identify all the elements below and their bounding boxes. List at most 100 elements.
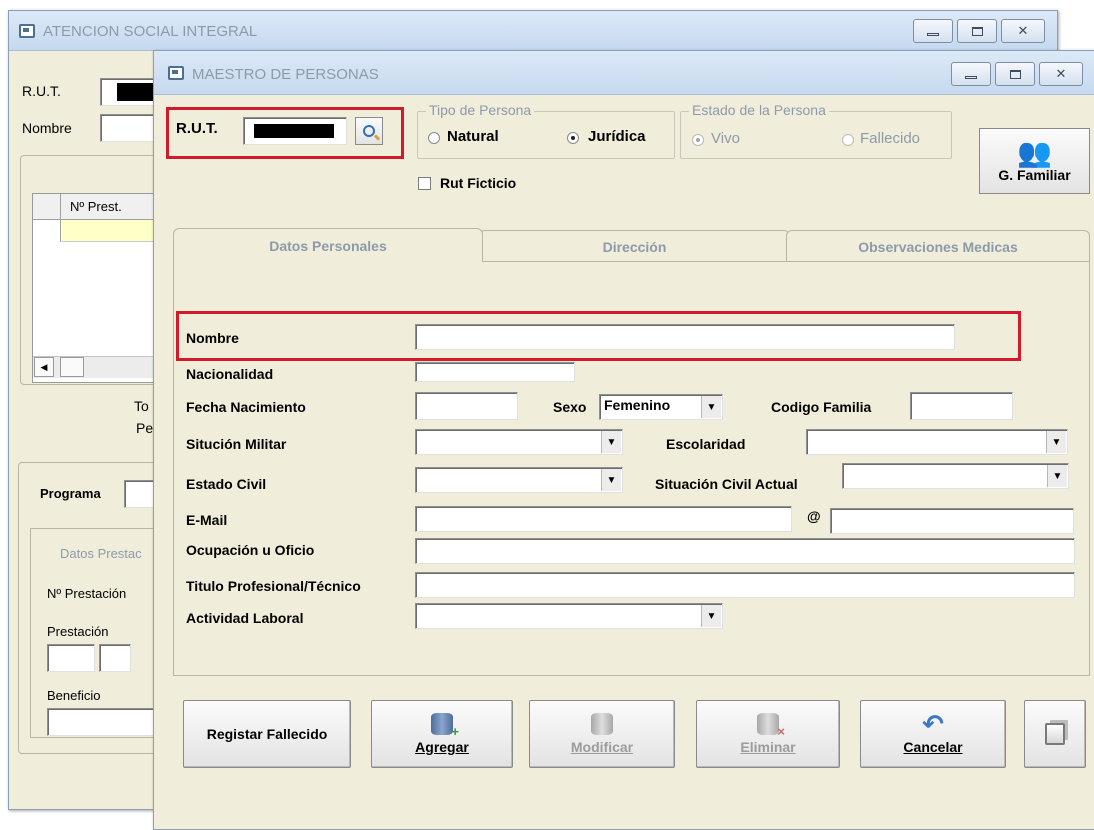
modificar-label: Modificar bbox=[570, 739, 634, 755]
window-title: MAESTRO DE PERSONAS bbox=[192, 66, 379, 83]
situacion-militar-label: Situción Militar bbox=[186, 436, 287, 452]
family-group-icon: 👥 bbox=[1017, 137, 1052, 168]
back-nro-prestacion-label: Nº Prestación bbox=[47, 586, 127, 601]
chevron-down-icon[interactable]: ▼ bbox=[1046, 431, 1066, 453]
back-beneficio-input[interactable] bbox=[47, 708, 160, 736]
grid-header-nro-prest[interactable]: Nº Prest. bbox=[70, 199, 122, 214]
codigo-familia-label: Codigo Familia bbox=[771, 399, 872, 415]
back-datos-prestacion-tab[interactable]: Datos Prestac bbox=[60, 546, 142, 561]
back-prestacion-input-1[interactable] bbox=[47, 644, 95, 672]
back-programa-label: Programa bbox=[40, 486, 101, 501]
back-prestacion-label: Prestación bbox=[47, 624, 109, 639]
close-icon: ✕ bbox=[1017, 23, 1029, 38]
agregar-button[interactable]: + Agregar bbox=[371, 700, 513, 768]
chevron-down-icon[interactable]: ▼ bbox=[601, 469, 621, 491]
titulo-profesional-input[interactable] bbox=[415, 572, 1075, 598]
modificar-button[interactable]: Modificar bbox=[529, 700, 675, 768]
nacionalidad-input[interactable] bbox=[415, 362, 575, 382]
estado-civil-label: Estado Civil bbox=[186, 476, 267, 492]
minimize-button[interactable] bbox=[951, 62, 991, 86]
back-nombre-input[interactable] bbox=[100, 114, 155, 142]
fecha-nacimiento-label: Fecha Nacimiento bbox=[186, 399, 306, 415]
agregar-label: Agregar bbox=[415, 739, 469, 755]
sexo-value: Femenino bbox=[604, 397, 671, 413]
tab-datos-personales-label: Datos Personales bbox=[269, 237, 387, 254]
scroll-thumb[interactable] bbox=[60, 357, 84, 377]
situacion-civil-actual-label: Situación Civil Actual bbox=[655, 476, 798, 492]
eliminar-label: Eliminar bbox=[740, 739, 796, 755]
back-summary-label-1: To bbox=[134, 398, 149, 414]
grid-row-selected[interactable] bbox=[62, 220, 160, 242]
estado-persona-label: Estado de la Persona bbox=[689, 102, 829, 118]
registrar-fallecido-button[interactable]: Registar Fallecido bbox=[183, 700, 351, 768]
situacion-civil-actual-select[interactable]: ▼ bbox=[842, 463, 1069, 489]
estado-fallecido-label[interactable]: Fallecido bbox=[860, 130, 920, 147]
maestro-titlebar[interactable]: MAESTRO DE PERSONAS ✕ bbox=[154, 51, 1094, 95]
tab-direccion-label: Dirección bbox=[602, 238, 667, 255]
estado-civil-select[interactable]: ▼ bbox=[415, 467, 623, 493]
actividad-laboral-select[interactable]: ▼ bbox=[415, 603, 723, 629]
tipo-juridica-label[interactable]: Jurídica bbox=[588, 128, 646, 145]
close-button[interactable]: ✕ bbox=[1039, 62, 1083, 86]
ocupacion-label: Ocupación u Oficio bbox=[186, 542, 315, 558]
fecha-nacimiento-input[interactable] bbox=[415, 392, 518, 420]
atencion-titlebar[interactable]: ATENCION SOCIAL INTEGRAL ✕ bbox=[9, 11, 1057, 51]
grid-header-selector bbox=[33, 194, 61, 242]
tipo-natural-label[interactable]: Natural bbox=[447, 128, 499, 145]
copy-button[interactable] bbox=[1024, 700, 1086, 768]
back-prestacion-input-2[interactable] bbox=[99, 644, 131, 672]
tab-observaciones-medicas[interactable]: Observaciones Medicas bbox=[786, 230, 1090, 262]
tab-direccion[interactable]: Dirección bbox=[479, 230, 790, 262]
email-domain-input[interactable] bbox=[830, 508, 1074, 534]
minimize-icon bbox=[965, 75, 977, 79]
titulo-profesional-label: Titulo Profesional/Técnico bbox=[186, 578, 361, 594]
rut-ficticio-label[interactable]: Rut Ficticio bbox=[440, 175, 516, 191]
ocupacion-input[interactable] bbox=[415, 538, 1075, 564]
back-rut-label: R.U.T. bbox=[22, 83, 61, 99]
maximize-icon bbox=[1009, 69, 1021, 79]
email-at-sign: @ bbox=[807, 508, 821, 524]
app-window-icon bbox=[19, 24, 35, 38]
eliminar-button[interactable]: × Eliminar bbox=[696, 700, 840, 768]
situacion-militar-select[interactable]: ▼ bbox=[415, 429, 623, 455]
codigo-familia-input[interactable] bbox=[910, 392, 1013, 420]
copy-icon bbox=[1045, 723, 1065, 745]
chevron-down-icon[interactable]: ▼ bbox=[701, 396, 721, 418]
close-button[interactable]: ✕ bbox=[1001, 19, 1045, 43]
back-rut-input[interactable] bbox=[100, 78, 155, 106]
maximize-button[interactable] bbox=[995, 62, 1035, 86]
undo-icon: ↶ bbox=[922, 709, 944, 739]
registrar-fallecido-label: Registar Fallecido bbox=[206, 726, 328, 742]
estado-fallecido-radio[interactable] bbox=[842, 134, 854, 146]
database-edit-icon bbox=[591, 713, 613, 735]
scroll-left-button[interactable]: ◀ bbox=[34, 357, 54, 377]
minimize-button[interactable] bbox=[913, 19, 953, 43]
estado-vivo-radio[interactable] bbox=[692, 134, 704, 146]
chevron-down-icon[interactable]: ▼ bbox=[601, 431, 621, 453]
tab-observaciones-label: Observaciones Medicas bbox=[858, 238, 1018, 255]
g-familiar-button[interactable]: 👥 G. Familiar bbox=[979, 128, 1090, 194]
redacted-rut bbox=[117, 83, 154, 101]
tab-datos-personales[interactable]: Datos Personales bbox=[173, 228, 483, 262]
back-beneficio-label: Beneficio bbox=[47, 688, 101, 703]
maximize-icon bbox=[971, 26, 983, 36]
tipo-persona-label: Tipo de Persona bbox=[426, 102, 535, 118]
scroll-left-icon: ◀ bbox=[40, 361, 48, 372]
nombre-highlight bbox=[176, 311, 1021, 361]
chevron-down-icon[interactable]: ▼ bbox=[1047, 465, 1067, 487]
minimize-icon bbox=[927, 32, 939, 36]
tipo-natural-radio[interactable] bbox=[428, 132, 440, 144]
cancelar-button[interactable]: ↶ Cancelar bbox=[860, 700, 1006, 768]
escolaridad-select[interactable]: ▼ bbox=[806, 429, 1068, 455]
estado-vivo-label[interactable]: Vivo bbox=[711, 130, 740, 147]
rut-ficticio-checkbox[interactable] bbox=[418, 177, 431, 190]
cancelar-label: Cancelar bbox=[903, 739, 963, 755]
sexo-select[interactable]: Femenino ▼ bbox=[599, 394, 723, 420]
chevron-down-icon[interactable]: ▼ bbox=[701, 605, 721, 627]
tipo-juridica-radio[interactable] bbox=[567, 132, 579, 144]
email-user-input[interactable] bbox=[415, 506, 792, 532]
database-delete-icon: × bbox=[757, 713, 785, 739]
close-icon: ✕ bbox=[1055, 66, 1067, 81]
maximize-button[interactable] bbox=[957, 19, 997, 43]
nacionalidad-label: Nacionalidad bbox=[186, 366, 274, 382]
